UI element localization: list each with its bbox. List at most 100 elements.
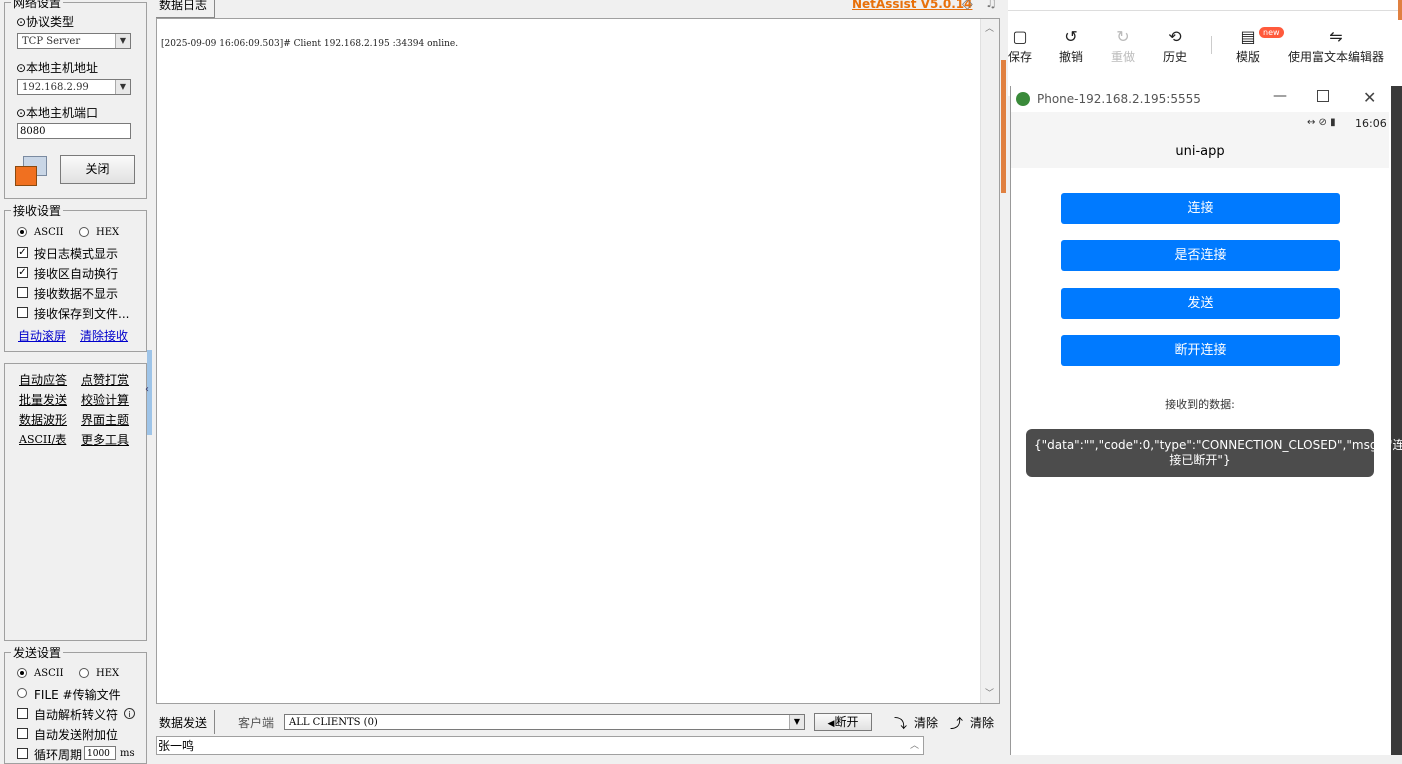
toolbar-redo-label: 重做 <box>1110 50 1135 64</box>
phone-time: 16:06 <box>1355 117 1387 130</box>
waveform-link[interactable]: 数据波形 <box>19 411 67 428</box>
log-tab-label: 数据日志 <box>159 0 208 12</box>
log-mode-checkbox[interactable]: ✓ <box>17 247 28 258</box>
auto-scroll-link[interactable]: 自动滚屏 <box>18 327 66 344</box>
splitter-bar[interactable] <box>1001 60 1006 193</box>
android-icon <box>1016 92 1030 106</box>
network-settings-title: 网络设置 <box>11 0 64 11</box>
received-label: 接收到的数据: <box>1165 398 1235 411</box>
info-icon[interactable]: i <box>124 708 135 719</box>
theme-link[interactable]: 界面主题 <box>81 411 129 428</box>
switch-icon: ⇋ <box>1329 27 1343 46</box>
clear-send-icon[interactable]: ⤵ <box>894 713 907 732</box>
page-edge-strip <box>1398 0 1402 20</box>
maximize-icon[interactable] <box>1317 90 1329 102</box>
clear-all-label[interactable]: 清除 <box>970 714 994 731</box>
connect-button[interactable]: 连接 <box>1061 193 1340 224</box>
toolbar-redo[interactable]: ↻ 重做 <box>1107 26 1139 65</box>
diamond-icon[interactable]: ◇ <box>962 0 973 12</box>
chevron-down-icon[interactable]: ▼ <box>115 80 130 94</box>
app-title: uni-app <box>1175 144 1225 159</box>
history-icon: ⟲ <box>1168 27 1182 46</box>
append-bits-checkbox[interactable] <box>17 728 28 739</box>
protocol-select[interactable]: TCP Server ▼ <box>17 33 131 49</box>
log-scrollbar[interactable]: ︿ ﹀ <box>980 19 999 703</box>
send-ascii-radio[interactable] <box>17 668 27 678</box>
hide-receive-label: 接收数据不显示 <box>34 287 119 301</box>
toolbar-rich-editor[interactable]: ⇋ 使用富文本编辑器 <box>1286 26 1386 65</box>
receive-hex-radio[interactable] <box>79 227 89 237</box>
send-input[interactable]: 张一鸣 ︿ <box>156 736 924 755</box>
close-button[interactable]: 关闭 <box>60 155 135 184</box>
brand-link[interactable]: NetAssist V5.0.14 <box>852 0 972 11</box>
toolbar-rich-editor-label: 使用富文本编辑器 <box>1287 50 1384 64</box>
checksum-link[interactable]: 校验计算 <box>81 391 129 408</box>
host-select[interactable]: 192.168.2.99 ▼ <box>17 79 131 95</box>
client-value: ALL CLIENTS (0) <box>289 717 378 728</box>
disconnect-button[interactable]: ◀断开 <box>814 713 872 731</box>
auto-reply-link[interactable]: 自动应答 <box>19 371 67 388</box>
escape-parse-checkbox[interactable] <box>17 708 28 719</box>
receive-ascii-radio[interactable] <box>17 227 27 237</box>
toolbar-save[interactable]: ▢ 保存 <box>1008 26 1032 65</box>
phone-window: Phone-192.168.2.195:5555 — ✕ ↔ ⊘ ▮ 16:06… <box>1010 86 1402 755</box>
phone-navbar: uni-app <box>1011 136 1389 168</box>
toast-message: {"data":"","code":0,"type":"CONNECTION_C… <box>1026 429 1402 477</box>
hide-receive-checkbox[interactable] <box>17 287 28 298</box>
new-badge: new <box>1259 27 1284 38</box>
right-page-shadow <box>1390 86 1402 755</box>
redo-icon: ↻ <box>1116 27 1130 46</box>
chevron-down-icon[interactable]: ▼ <box>789 715 804 729</box>
clear-send-label[interactable]: 清除 <box>914 714 938 731</box>
log-line: [2025-09-09 16:06:09.503]# Client 192.16… <box>161 39 459 49</box>
save-to-file-label: 接收保存到文件... <box>34 307 130 321</box>
scroll-up-icon[interactable]: ︿ <box>985 21 994 34</box>
close-icon[interactable]: ✕ <box>1363 88 1376 107</box>
append-bits-label: 自动发送附加位 <box>34 728 119 742</box>
ascii-table-link[interactable]: ASCII/表 <box>19 431 66 447</box>
log-area[interactable]: [2025-09-09 16:06:09.503]# Client 192.16… <box>156 18 1000 704</box>
clear-all-icon[interactable]: ⤴ <box>950 713 963 732</box>
escape-parse-label: 自动解析转义符 <box>34 708 119 722</box>
protocol-label: ⊙协议类型 <box>16 15 75 29</box>
send-hex-radio[interactable] <box>79 668 89 678</box>
cycle-checkbox[interactable] <box>17 748 28 759</box>
log-mode-label: 按日志模式显示 <box>34 247 119 261</box>
receive-hex-label: HEX <box>96 227 120 238</box>
client-select[interactable]: ALL CLIENTS (0) ▼ <box>284 714 805 730</box>
cycle-input[interactable]: 1000 <box>84 746 116 760</box>
disconnect-connection-button[interactable]: 断开连接 <box>1061 335 1340 366</box>
is-connected-button[interactable]: 是否连接 <box>1061 240 1340 271</box>
cycle-unit: ms <box>120 748 135 759</box>
scroll-up-icon[interactable]: ︿ <box>910 738 919 751</box>
client-label: 客户端 <box>238 716 275 730</box>
scroll-down-icon[interactable]: ﹀ <box>985 686 994 699</box>
toolbar-divider <box>1211 36 1212 54</box>
send-file-radio[interactable] <box>17 688 27 698</box>
toolbar-save-label: 保存 <box>1008 50 1033 64</box>
toolbar-undo-label: 撤销 <box>1058 50 1083 64</box>
bell-icon[interactable]: ♫ <box>985 0 997 11</box>
send-ascii-label: ASCII <box>34 668 64 679</box>
chevron-left-icon[interactable]: ‹ <box>145 384 149 395</box>
disconnect-label: 断开 <box>834 715 859 729</box>
receive-ascii-label: ASCII <box>34 227 64 238</box>
send-hex-label: HEX <box>96 668 120 679</box>
save-to-file-checkbox[interactable] <box>17 307 28 318</box>
donate-link[interactable]: 点赞打赏 <box>81 371 129 388</box>
clear-receive-link[interactable]: 清除接收 <box>80 327 128 344</box>
undo-icon: ↺ <box>1064 27 1078 46</box>
toolbar-history-label: 历史 <box>1162 50 1187 64</box>
toolbar-history[interactable]: ⟲ 历史 <box>1159 26 1191 65</box>
toolbar-undo[interactable]: ↺ 撤销 <box>1055 26 1087 65</box>
connection-status-icon <box>15 156 47 186</box>
more-tools-link[interactable]: 更多工具 <box>81 431 129 448</box>
chevron-down-icon[interactable]: ▼ <box>115 34 130 48</box>
host-label: ⊙本地主机地址 <box>16 61 99 75</box>
minimize-icon[interactable]: — <box>1273 88 1287 104</box>
port-input[interactable]: 8080 <box>17 123 131 139</box>
auto-wrap-checkbox[interactable]: ✓ <box>17 267 28 278</box>
send-button[interactable]: 发送 <box>1061 288 1340 319</box>
toolbar-template-label: 模版 <box>1235 50 1260 64</box>
batch-send-link[interactable]: 批量发送 <box>19 391 67 408</box>
